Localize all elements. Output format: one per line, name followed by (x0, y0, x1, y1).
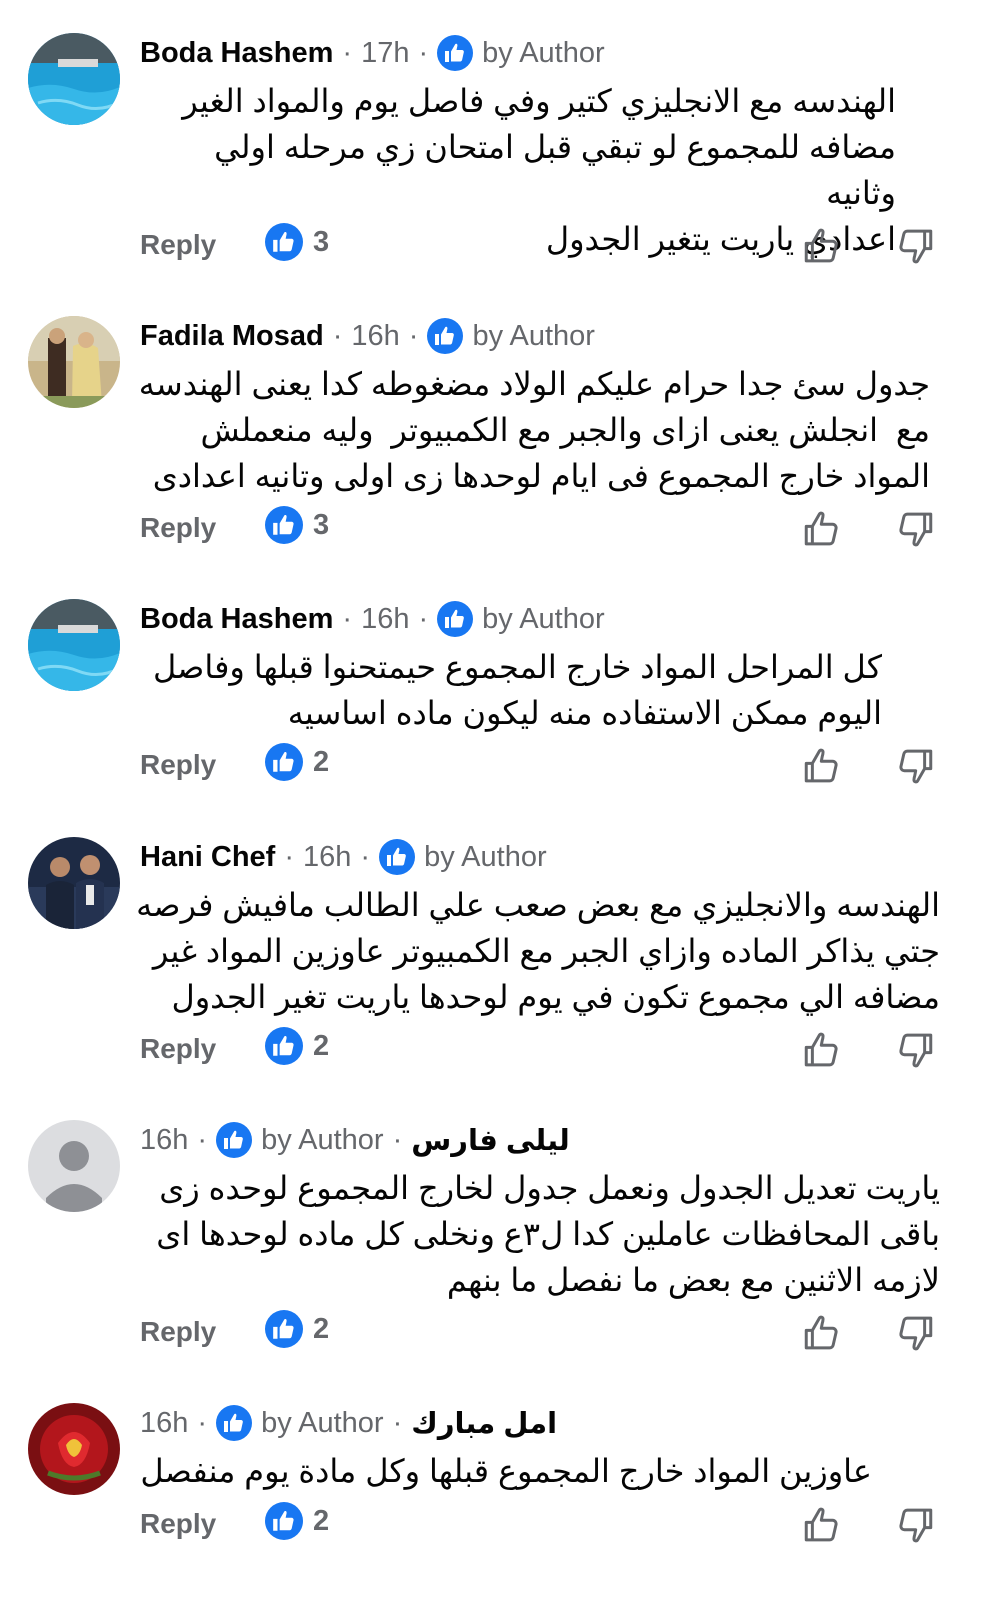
author-label: by Author (482, 602, 605, 635)
comment-header: Hani Chef · 16h · by Author (140, 834, 949, 880)
thumb-down-icon[interactable] (894, 745, 936, 787)
avatar[interactable] (28, 316, 120, 408)
reply-button[interactable]: Reply (140, 229, 216, 261)
thumb-down-icon[interactable] (894, 1312, 936, 1354)
comment-time[interactable]: 16h (351, 320, 399, 353)
comment-time[interactable]: 16h (140, 1407, 188, 1440)
separator-dot: · (408, 319, 419, 352)
thumb-up-icon[interactable] (801, 225, 843, 267)
reply-button[interactable]: Reply (140, 1033, 216, 1065)
separator-dot: · (342, 602, 353, 635)
comment-header: Boda Hashem · 17h · by Author (140, 30, 949, 76)
comment-time[interactable]: 16h (140, 1124, 188, 1157)
avatar[interactable] (28, 1120, 120, 1212)
separator-dot: · (197, 1123, 208, 1156)
avatar[interactable] (28, 837, 120, 929)
separator-dot: · (392, 1123, 403, 1156)
like-count-value: 2 (313, 1504, 330, 1537)
author-label: by Author (424, 840, 547, 873)
comment-header: 16h · by Author · ليلى فارس (140, 1117, 949, 1163)
thumb-up-icon[interactable] (801, 1312, 843, 1354)
thumbs-up-icon (265, 506, 303, 544)
thumbs-up-icon (427, 318, 464, 354)
author-label: by Author (261, 1406, 384, 1439)
comment-text: عاوزين المواد خارج المجموع قبلها وكل ماد… (140, 1453, 872, 1489)
thumbs-up-icon (265, 223, 303, 261)
avatar[interactable] (28, 33, 120, 125)
thumb-down-icon[interactable] (894, 508, 936, 550)
reply-button[interactable]: Reply (140, 512, 216, 544)
separator-dot: · (197, 1406, 208, 1439)
comment-actions: Reply 3 (0, 506, 989, 554)
thumbs-up-icon (437, 601, 474, 637)
like-count[interactable]: 2 (265, 1502, 329, 1540)
separator-dot: · (418, 602, 429, 635)
avatar[interactable] (28, 599, 120, 691)
commenter-name[interactable]: امل مبارك (411, 1406, 557, 1441)
commenter-name[interactable]: Fadila Mosad (140, 320, 324, 353)
reply-button[interactable]: Reply (140, 749, 216, 781)
author-label: by Author (472, 319, 595, 352)
reply-button[interactable]: Reply (140, 1508, 216, 1540)
thumb-up-icon[interactable] (801, 1504, 843, 1546)
comment-header: 16h · by Author · امل مبارك (140, 1400, 949, 1446)
comment-text: الهندسه والانجليزي مع بعض صعب علي الطالب… (136, 887, 940, 1015)
like-count-value: 2 (313, 745, 330, 778)
comment-actions: Reply 2 (0, 1027, 989, 1075)
thumb-down-icon[interactable] (894, 1504, 936, 1546)
comment-time[interactable]: 16h (361, 603, 409, 636)
commenter-name[interactable]: ليلى فارس (411, 1123, 570, 1158)
thumbs-up-icon (216, 1122, 253, 1158)
author-label: by Author (482, 36, 605, 69)
thumb-up-icon[interactable] (801, 1029, 843, 1071)
separator-dot: · (342, 36, 353, 69)
comment-text: كل المراحل المواد خارج المجموع حيمتحنوا … (152, 649, 882, 731)
separator-dot: · (360, 840, 371, 873)
like-count-value: 3 (313, 508, 330, 541)
like-count[interactable]: 2 (265, 1027, 329, 1065)
reply-button[interactable]: Reply (140, 1316, 216, 1348)
separator-dot: · (392, 1406, 403, 1439)
separator-dot: · (284, 840, 295, 873)
comment-text: جدول سئ جدا حرام عليكم الولاد مضغوطه كدا… (138, 366, 930, 494)
comment-actions: Reply 3 (0, 223, 989, 271)
commenter-name[interactable]: Hani Chef (140, 841, 275, 874)
comment-actions: Reply 2 (0, 1310, 989, 1358)
like-count[interactable]: 3 (265, 223, 329, 261)
comment-header: Boda Hashem · 16h · by Author (140, 596, 949, 642)
like-count-value: 2 (313, 1029, 330, 1062)
comment-text: ياريت تعديل الجدول ونعمل جدول لخارج المج… (156, 1170, 940, 1298)
comment-time[interactable]: 16h (303, 841, 351, 874)
thumbs-up-icon (265, 743, 303, 781)
like-count-value: 2 (313, 1312, 330, 1345)
comment-header: Fadila Mosad · 16h · by Author (140, 313, 949, 359)
thumbs-up-icon (216, 1405, 253, 1441)
separator-dot: · (418, 36, 429, 69)
comment-time[interactable]: 17h (361, 37, 409, 70)
thumb-down-icon[interactable] (894, 1029, 936, 1071)
thumbs-up-icon (265, 1310, 303, 1348)
thumbs-up-icon (265, 1502, 303, 1540)
commenter-name[interactable]: Boda Hashem (140, 37, 333, 70)
thumb-down-icon[interactable] (894, 225, 936, 267)
comment-actions: Reply 2 (0, 1502, 989, 1550)
like-count[interactable]: 2 (265, 1310, 329, 1348)
commenter-name[interactable]: Boda Hashem (140, 603, 333, 636)
thumb-up-icon[interactable] (801, 508, 843, 550)
thumbs-up-icon (265, 1027, 303, 1065)
separator-dot: · (332, 319, 343, 352)
like-count-value: 3 (313, 225, 330, 258)
author-label: by Author (261, 1123, 384, 1156)
like-count[interactable]: 2 (265, 743, 329, 781)
like-count[interactable]: 3 (265, 506, 329, 544)
avatar[interactable] (28, 1403, 120, 1495)
thumbs-up-icon (379, 839, 416, 875)
thumb-up-icon[interactable] (801, 745, 843, 787)
thumbs-up-icon (437, 35, 474, 71)
comment-actions: Reply 2 (0, 743, 989, 791)
